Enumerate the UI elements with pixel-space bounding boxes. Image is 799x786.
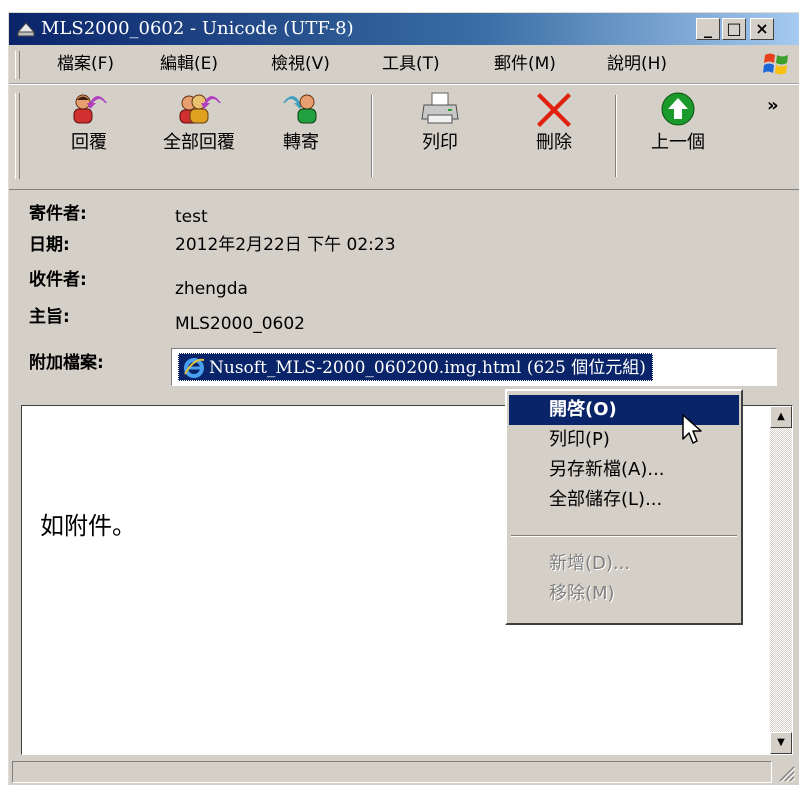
printer-icon <box>421 92 459 124</box>
reply-label: 回覆 <box>71 132 107 153</box>
reply-button[interactable]: 回覆 <box>57 91 121 155</box>
menu-edit[interactable]: 編輯(E) <box>160 51 218 77</box>
body-text: 如附件。 <box>40 512 136 540</box>
print-label: 列印 <box>422 132 458 153</box>
reply-all-icon <box>179 94 221 124</box>
ctx-separator <box>511 535 737 537</box>
subject-label: 主旨: <box>29 307 70 327</box>
status-pane <box>12 761 772 783</box>
delete-x-icon <box>537 93 571 127</box>
menubar-grip[interactable] <box>15 51 20 79</box>
mail-window: MLS2000_0602 - Unicode (UTF-8) _ □ × 檔案(… <box>8 12 799 785</box>
maximize-button[interactable]: □ <box>722 18 746 40</box>
delete-button[interactable]: 刪除 <box>519 91 589 155</box>
minimize-button[interactable]: _ <box>696 18 720 40</box>
previous-label: 上一個 <box>651 132 705 153</box>
scroll-up-button[interactable]: ▲ <box>770 406 792 428</box>
delete-label: 刪除 <box>536 132 572 153</box>
scroll-down-button[interactable]: ▼ <box>770 732 792 754</box>
up-arrow-icon <box>661 92 695 126</box>
toolbar-overflow-chevron[interactable]: » <box>767 95 779 116</box>
from-label: 寄件者: <box>29 204 87 224</box>
reply-icon <box>73 94 107 124</box>
menu-bar: 檔案(F) 編輯(E) 檢視(V) 工具(T) 郵件(M) 說明(H) <box>9 45 799 84</box>
vertical-scrollbar[interactable]: ▲ ▼ <box>770 406 792 754</box>
forward-icon <box>283 94 317 124</box>
forward-label: 轉寄 <box>283 132 319 153</box>
menu-view[interactable]: 檢視(V) <box>271 51 330 77</box>
resize-grip-icon[interactable] <box>777 764 795 782</box>
print-button[interactable]: 列印 <box>405 91 475 155</box>
date-value: 2012年2月22日 下午 02:23 <box>175 235 396 255</box>
reply-all-button[interactable]: 全部回覆 <box>149 91 249 155</box>
previous-button[interactable]: 上一個 <box>633 91 723 155</box>
ctx-add: 新增(D)... <box>549 553 631 574</box>
attachment-field[interactable]: Nusoft_MLS-2000_060200.img.html (625 個位元… <box>171 348 777 386</box>
attachment-label: 附加檔案: <box>29 353 104 373</box>
windows-logo-icon <box>763 53 788 75</box>
to-label: 收件者: <box>29 270 87 290</box>
mail-app-icon <box>16 22 36 37</box>
subject-value: MLS2000_0602 <box>175 314 305 334</box>
status-bar <box>9 758 799 786</box>
ctx-remove: 移除(M) <box>549 583 615 604</box>
window-title: MLS2000_0602 - Unicode (UTF-8) <box>41 18 354 39</box>
mouse-cursor-icon <box>682 414 702 444</box>
toolbar-separator <box>371 95 373 177</box>
toolbar-grip[interactable] <box>15 93 20 179</box>
date-label: 日期: <box>29 235 70 255</box>
attachment-filename: Nusoft_MLS-2000_060200.img.html (625 個位元… <box>209 358 646 378</box>
toolbar: 回覆 全部回覆 轉寄 列印 刪除 上一個 » <box>9 84 799 190</box>
menu-tools[interactable]: 工具(T) <box>382 51 440 77</box>
close-button[interactable]: × <box>750 18 774 40</box>
toolbar-separator <box>615 95 617 177</box>
attachment-item[interactable]: Nusoft_MLS-2000_060200.img.html (625 個位元… <box>178 353 653 381</box>
to-value: zhengda <box>175 279 248 299</box>
menu-message[interactable]: 郵件(M) <box>494 51 556 77</box>
menu-file[interactable]: 檔案(F) <box>57 51 114 77</box>
reply-all-label: 全部回覆 <box>163 132 235 153</box>
title-bar[interactable]: MLS2000_0602 - Unicode (UTF-8) _ □ × <box>9 13 799 45</box>
from-value: test <box>175 207 208 227</box>
menu-help[interactable]: 說明(H) <box>607 51 667 77</box>
html-file-icon <box>184 358 205 378</box>
forward-button[interactable]: 轉寄 <box>271 91 331 155</box>
ctx-save-as[interactable]: 另存新檔(A)... <box>509 455 739 485</box>
ctx-save-all[interactable]: 全部儲存(L)... <box>509 485 739 515</box>
attachment-context-menu: 開啓(O) 列印(P) 另存新檔(A)... 全部儲存(L)... 新增(D).… <box>505 389 743 625</box>
